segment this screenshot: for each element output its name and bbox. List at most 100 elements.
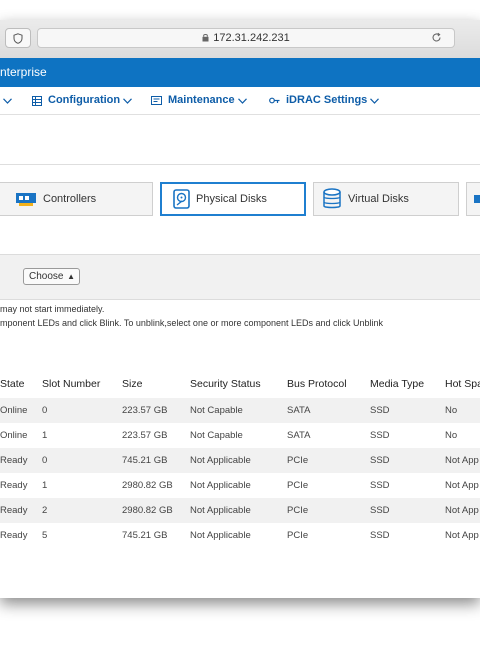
- cell-slot: 0: [42, 448, 122, 473]
- table-header-row: State Slot Number Size Security Status B…: [0, 370, 480, 398]
- cell-size: 2980.82 GB: [122, 498, 190, 523]
- reload-icon[interactable]: [431, 29, 442, 48]
- cell-media: SSD: [370, 398, 445, 423]
- cell-media: SSD: [370, 473, 445, 498]
- cell-hot-spare: No: [445, 398, 480, 423]
- table-row[interactable]: Ready 1 2980.82 GB Not Applicable PCIe S…: [0, 473, 480, 498]
- table-row[interactable]: Online 1 223.57 GB Not Capable SATA SSD …: [0, 423, 480, 448]
- cell-size: 223.57 GB: [122, 423, 190, 448]
- nav-maintenance-label: Maintenance: [168, 94, 235, 106]
- lock-icon: [202, 30, 209, 48]
- chevron-down-icon: [237, 97, 247, 104]
- filter-select-value: Choose: [29, 271, 64, 282]
- browser-toolbar: 172.31.242.231: [0, 20, 480, 59]
- cell-bus: PCIe: [287, 473, 370, 498]
- cell-state: Ready: [0, 448, 42, 473]
- cell-bus: PCIe: [287, 448, 370, 473]
- nav-idrac-settings-label: iDRAC Settings: [286, 94, 368, 106]
- controllers-label: Controllers: [43, 193, 97, 205]
- nav-configuration-label: Configuration: [48, 94, 121, 106]
- table-row[interactable]: Ready 0 745.21 GB Not Applicable PCIe SS…: [0, 448, 480, 473]
- main-nav: Configuration Maintenance iDRAC Settings: [0, 87, 480, 115]
- cell-slot: 0: [42, 398, 122, 423]
- filter-bar: Choose ▲: [0, 254, 480, 300]
- shield-icon: [13, 32, 23, 44]
- virtual-disks-label: Virtual Disks: [348, 193, 409, 205]
- virtual-disk-icon: [322, 188, 342, 210]
- nav-previous-chevron[interactable]: [0, 87, 12, 114]
- cell-state: Ready: [0, 473, 42, 498]
- cell-security: Not Applicable: [190, 448, 287, 473]
- physical-disks-label: Physical Disks: [196, 193, 267, 205]
- table-row[interactable]: Ready 5 745.21 GB Not Applicable PCIe SS…: [0, 523, 480, 548]
- cell-hot-spare: No: [445, 423, 480, 448]
- cell-size: 745.21 GB: [122, 448, 190, 473]
- select-arrows-icon: ▲: [67, 272, 75, 281]
- table-row[interactable]: Online 0 223.57 GB Not Capable SATA SSD …: [0, 398, 480, 423]
- cell-security: Not Applicable: [190, 523, 287, 548]
- physical-disks-table: State Slot Number Size Security Status B…: [0, 370, 480, 548]
- cell-bus: SATA: [287, 423, 370, 448]
- section-divider: [0, 164, 480, 165]
- chevron-down-icon: [123, 97, 133, 104]
- cell-security: Not Applicable: [190, 498, 287, 523]
- cell-hot-spare: Not App: [445, 498, 480, 523]
- cell-bus: SATA: [287, 398, 370, 423]
- cell-hot-spare: Not App: [445, 448, 480, 473]
- chevron-down-icon: [370, 97, 380, 104]
- column-header-state[interactable]: State: [0, 370, 42, 398]
- cell-state: Ready: [0, 498, 42, 523]
- column-header-media-type[interactable]: Media Type: [370, 370, 445, 398]
- app-header: nterprise: [0, 58, 480, 87]
- cell-security: Not Capable: [190, 423, 287, 448]
- cell-state: Online: [0, 423, 42, 448]
- cell-hot-spare: Not App: [445, 523, 480, 548]
- nav-idrac-settings[interactable]: iDRAC Settings: [269, 87, 380, 114]
- cell-media: SSD: [370, 448, 445, 473]
- configuration-icon: [32, 95, 42, 106]
- physical-disk-icon: [173, 189, 190, 209]
- physical-disks-button[interactable]: Physical Disks: [160, 182, 306, 216]
- browser-window: 172.31.242.231 nterprise Configuration M…: [0, 20, 480, 598]
- virtual-disks-button[interactable]: Virtual Disks: [313, 182, 459, 216]
- cell-security: Not Capable: [190, 398, 287, 423]
- info-message-start: may not start immediately.: [0, 304, 105, 314]
- privacy-shield-button[interactable]: [5, 28, 31, 48]
- nav-maintenance[interactable]: Maintenance: [151, 87, 247, 114]
- cell-state: Online: [0, 398, 42, 423]
- cell-size: 745.21 GB: [122, 523, 190, 548]
- cell-state: Ready: [0, 523, 42, 548]
- cell-size: 223.57 GB: [122, 398, 190, 423]
- chevron-down-icon: [3, 97, 12, 104]
- filter-select[interactable]: Choose ▲: [23, 268, 80, 285]
- cell-bus: PCIe: [287, 523, 370, 548]
- column-header-size[interactable]: Size: [122, 370, 190, 398]
- controller-card-icon: [15, 191, 37, 207]
- cell-slot: 1: [42, 423, 122, 448]
- brand-title: nterprise: [0, 65, 47, 79]
- column-header-bus-protocol[interactable]: Bus Protocol: [287, 370, 370, 398]
- cell-media: SSD: [370, 523, 445, 548]
- cell-security: Not Applicable: [190, 473, 287, 498]
- url-text: 172.31.242.231: [213, 32, 290, 44]
- column-header-hot-spare[interactable]: Hot Spa: [445, 370, 480, 398]
- controllers-button[interactable]: Controllers: [0, 182, 153, 216]
- table-row[interactable]: Ready 2 2980.82 GB Not Applicable PCIe S…: [0, 498, 480, 523]
- cell-bus: PCIe: [287, 498, 370, 523]
- cell-slot: 1: [42, 473, 122, 498]
- key-icon: [269, 96, 280, 105]
- column-header-slot-number[interactable]: Slot Number: [42, 370, 122, 398]
- cell-size: 2980.82 GB: [122, 473, 190, 498]
- cell-slot: 5: [42, 523, 122, 548]
- cell-hot-spare: Not App: [445, 473, 480, 498]
- info-message-blink: mponent LEDs and click Blink. To unblink…: [0, 318, 384, 328]
- cell-media: SSD: [370, 498, 445, 523]
- maintenance-icon: [151, 96, 162, 105]
- enclosure-icon: [474, 194, 480, 204]
- cell-slot: 2: [42, 498, 122, 523]
- next-component-button[interactable]: [466, 182, 480, 216]
- address-bar[interactable]: 172.31.242.231: [37, 28, 455, 48]
- cell-media: SSD: [370, 423, 445, 448]
- column-header-security-status[interactable]: Security Status: [190, 370, 287, 398]
- nav-configuration[interactable]: Configuration: [32, 87, 133, 114]
